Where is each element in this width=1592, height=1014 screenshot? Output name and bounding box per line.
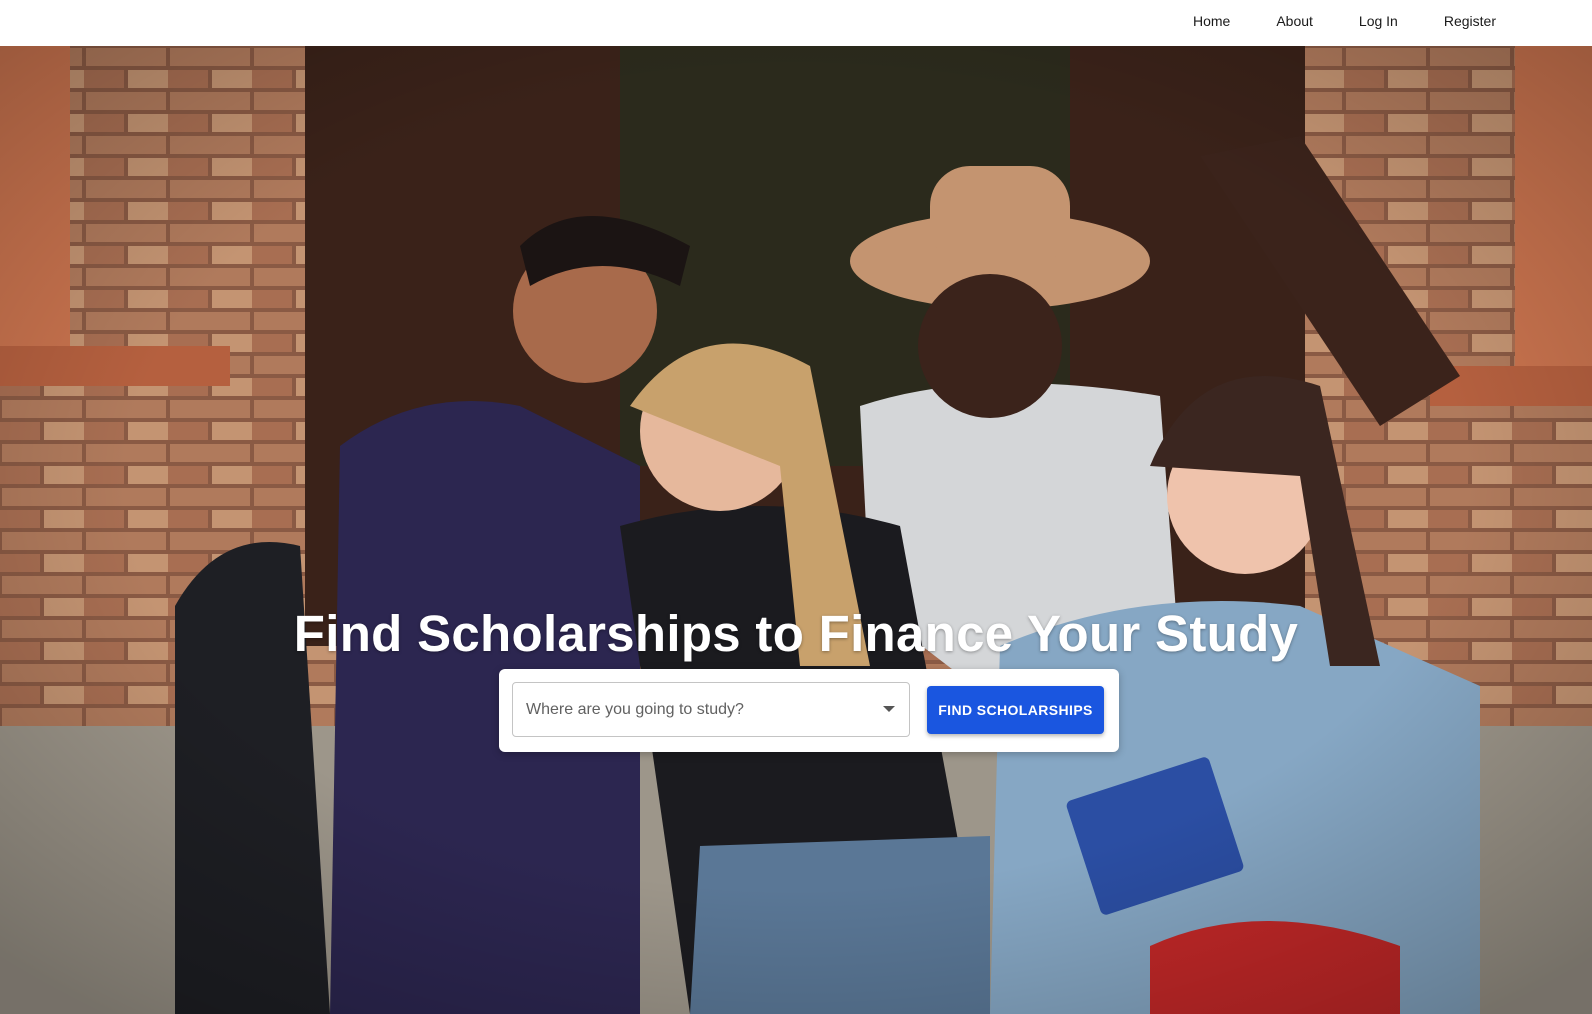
study-destination-placeholder: Where are you going to study? [526,701,744,718]
study-destination-select[interactable]: Where are you going to study? [512,682,910,737]
nav-home-link[interactable]: Home [1193,13,1230,29]
nav-login-link[interactable]: Log In [1359,13,1398,29]
main-nav: Home About Log In Register [1193,0,1496,42]
top-navbar: Home About Log In Register [0,0,1592,46]
hero-background-photo [0,46,1592,1014]
hero-section: Find Scholarships to Finance Your Study … [0,46,1592,1014]
nav-about-link[interactable]: About [1276,13,1313,29]
nav-register-link[interactable]: Register [1444,13,1496,29]
caret-down-icon [883,706,895,712]
find-scholarships-button[interactable]: FIND SCHOLARSHIPS [927,686,1104,734]
scholarship-search-card: Where are you going to study? FIND SCHOL… [499,669,1119,752]
hero-title: Find Scholarships to Finance Your Study [293,605,1299,662]
